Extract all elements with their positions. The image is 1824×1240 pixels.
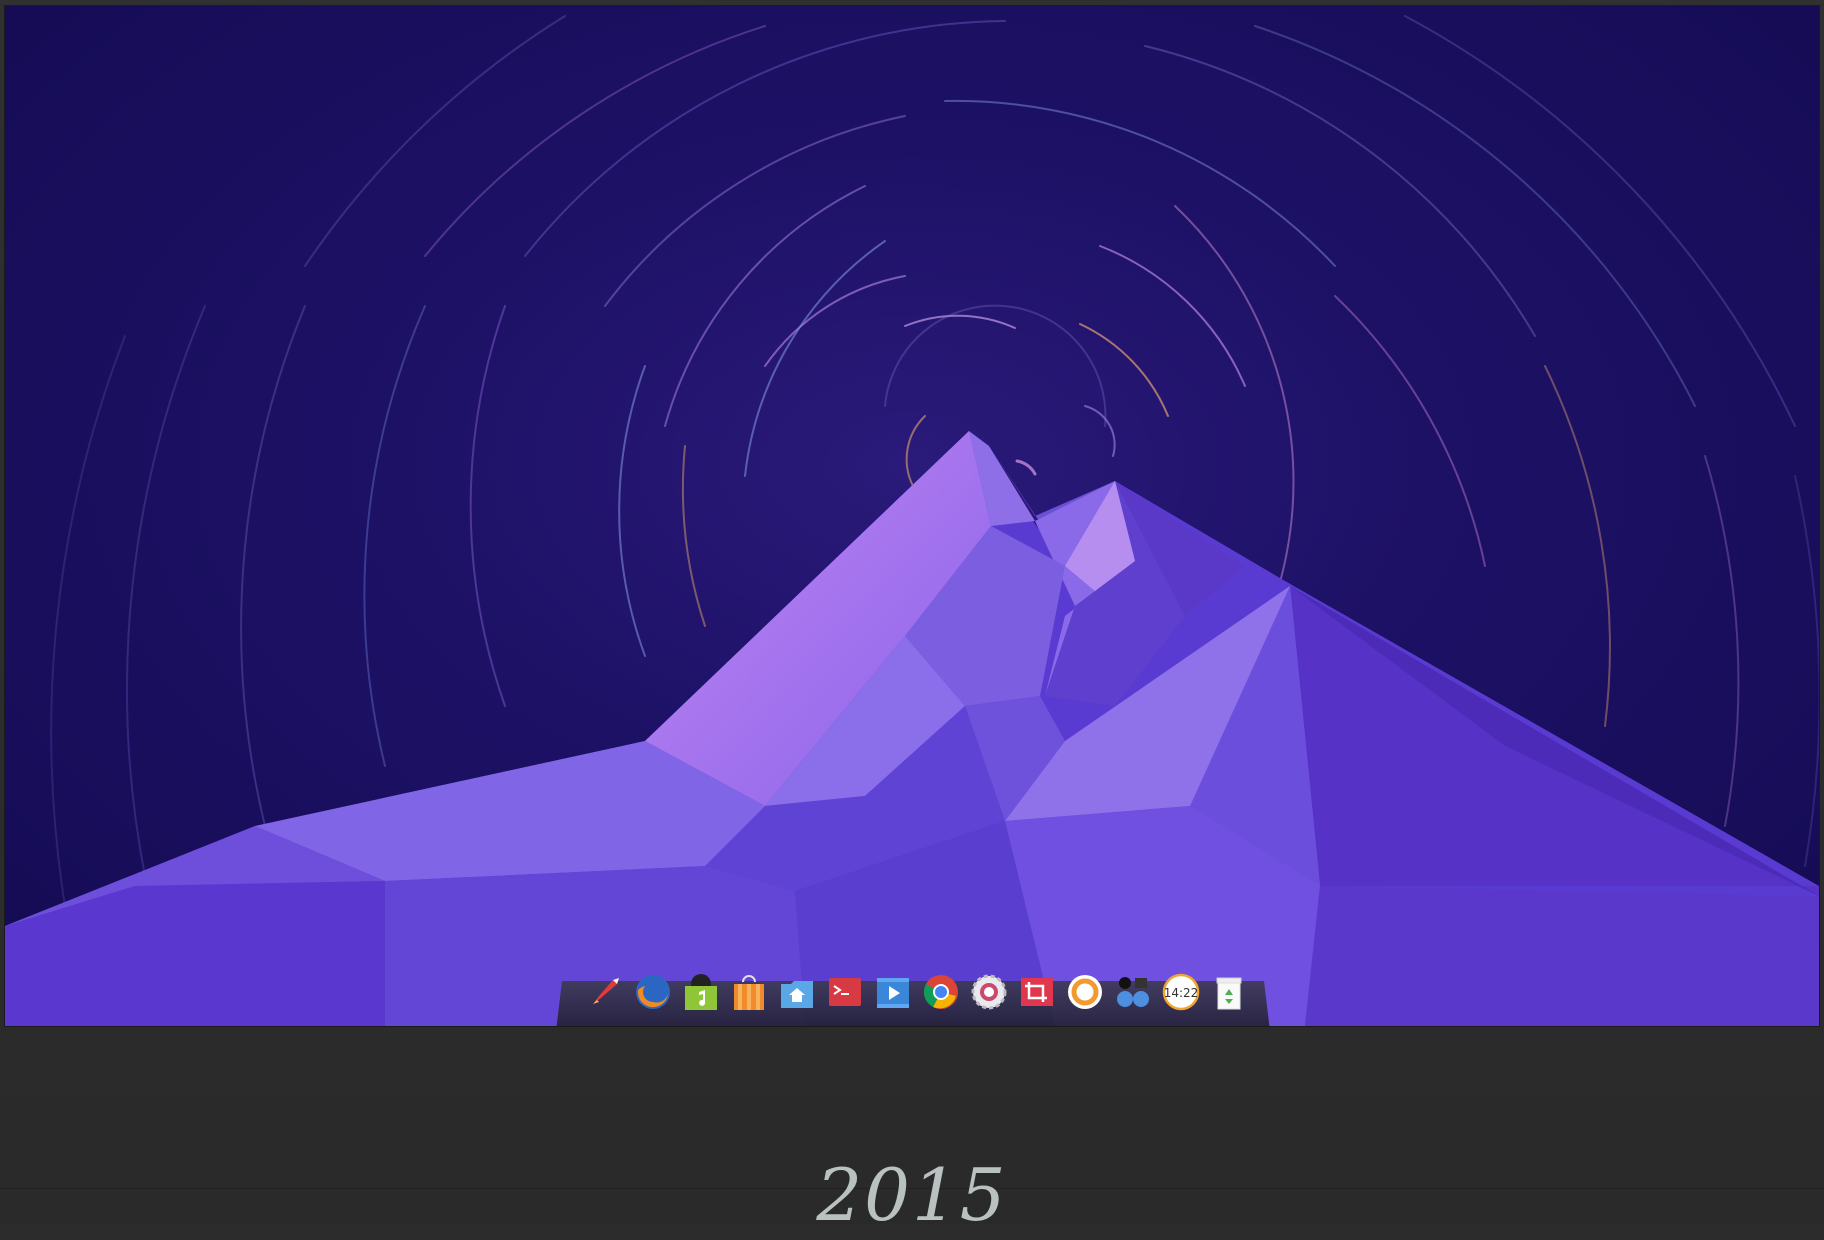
screenshot-crop-icon <box>1021 978 1053 1006</box>
desktop-screen: 14:22 <box>5 6 1819 1026</box>
firefox-icon <box>636 975 670 1009</box>
dock-item-clock[interactable]: 14:22 <box>1159 970 1203 1014</box>
desktop-frame: 14:22 2015 <box>0 0 1824 1237</box>
mountains <box>5 431 1819 1026</box>
dock-item-store[interactable] <box>727 970 771 1014</box>
music-player-icon <box>685 974 717 1010</box>
dock-item-chrome[interactable] <box>919 970 963 1014</box>
wallpaper <box>5 15 1819 1026</box>
dock-item-trash[interactable] <box>1207 970 1251 1014</box>
chrome-icon <box>924 975 958 1009</box>
dock-item-browser[interactable] <box>1063 970 1107 1014</box>
dock-item-settings[interactable] <box>967 970 1011 1014</box>
dock-item-music[interactable] <box>679 970 723 1014</box>
dock-item-screenshot[interactable] <box>1015 970 1059 1014</box>
dock-item-launcher[interactable] <box>583 970 627 1014</box>
browser-circle-icon <box>1068 975 1102 1009</box>
trash-icon <box>1216 977 1242 1010</box>
store-icon <box>734 975 764 1010</box>
dock-item-firefox[interactable] <box>631 970 675 1014</box>
dock: 14:22 <box>583 968 1251 1016</box>
control-center-icon <box>1117 977 1149 1007</box>
dock-item-terminal[interactable] <box>823 970 867 1014</box>
year-caption: 2015 <box>816 1153 1008 1237</box>
clock-icon: 14:22 <box>1162 973 1200 1011</box>
file-manager-icon <box>781 981 813 1008</box>
settings-icon <box>971 974 1007 1010</box>
dock-item-video[interactable] <box>871 970 915 1014</box>
video-player-icon <box>877 978 909 1008</box>
clock-time: 14:22 <box>1164 986 1199 1000</box>
dock-item-control-center[interactable] <box>1111 970 1155 1014</box>
rocket-launcher-icon <box>593 978 619 1004</box>
terminal-icon <box>829 978 861 1006</box>
dock-item-files[interactable] <box>775 970 819 1014</box>
